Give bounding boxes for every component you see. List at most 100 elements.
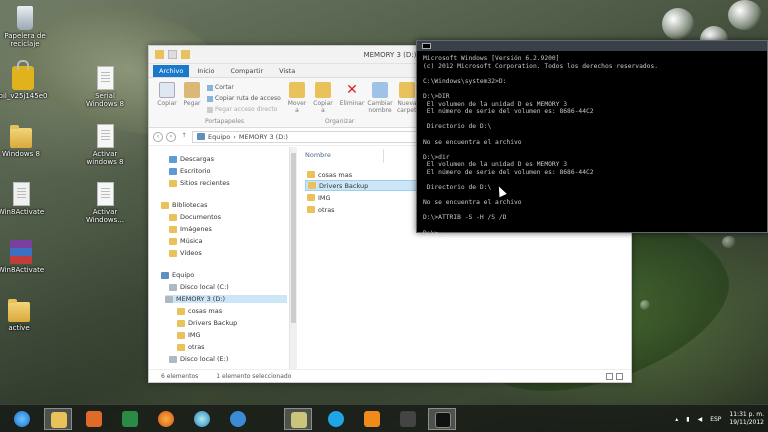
- tab-vista[interactable]: Vista: [271, 65, 303, 77]
- desktop-icon-lock-file[interactable]: pil_v25j145e0: [0, 60, 48, 100]
- copy-path-button[interactable]: Copiar ruta de acceso: [207, 95, 281, 102]
- address-bar[interactable]: Equipo › MEMORY 3 (D:): [192, 130, 430, 143]
- taskbar-app-dark[interactable]: [394, 408, 422, 430]
- lock-icon: [12, 60, 34, 90]
- music-icon: [169, 237, 177, 245]
- taskbar-vlc[interactable]: [358, 408, 386, 430]
- nav-label: Imágenes: [180, 225, 212, 233]
- tab-compartir[interactable]: Compartir: [223, 65, 272, 77]
- nav-label: Descargas: [180, 155, 215, 163]
- copy-button[interactable]: Copiar: [155, 82, 179, 107]
- cmd-line: [423, 70, 763, 78]
- taskbar-excel[interactable]: [116, 408, 144, 430]
- nav-item-disco-e[interactable]: Disco local (E:): [169, 355, 228, 363]
- taskbar-skype[interactable]: [322, 408, 350, 430]
- details-view-icon[interactable]: [606, 373, 613, 380]
- cmd-output[interactable]: Microsoft Windows [Versión 6.2.9200] (c) …: [423, 55, 763, 237]
- q-app-icon: [230, 411, 246, 427]
- nav-item-documentos[interactable]: Documentos: [169, 213, 221, 221]
- taskbar-file-explorer[interactable]: [44, 408, 72, 430]
- desktop-icon: [169, 167, 177, 175]
- large-icons-view-icon[interactable]: [616, 373, 623, 380]
- language-indicator[interactable]: ESP: [710, 416, 721, 423]
- desktop-icon-activar[interactable]: Activar windows 8: [80, 124, 130, 166]
- folder-icon: [308, 182, 316, 189]
- taskbar-cmd[interactable]: [428, 408, 456, 430]
- taskbar-internet-explorer[interactable]: [8, 408, 36, 430]
- file-row-img[interactable]: IMG: [305, 192, 417, 203]
- column-header-name[interactable]: Nombre: [305, 151, 331, 159]
- nav-label: Drivers Backup: [188, 319, 238, 327]
- tray-arrow-icon[interactable]: ▴: [675, 416, 678, 423]
- cmd-title-bar[interactable]: [417, 41, 767, 51]
- nav-item-descargas[interactable]: Descargas: [169, 155, 214, 163]
- desktop-icon-active[interactable]: active: [0, 298, 44, 332]
- water-drop: [728, 0, 762, 30]
- desktop-icon-win8activate[interactable]: Win8Activate: [0, 182, 46, 216]
- desktop-icon-recycle-bin[interactable]: Papelera de reciclaje: [0, 6, 50, 48]
- nav-item-disco-c[interactable]: Disco local (C:): [169, 283, 229, 291]
- tab-inicio[interactable]: Inicio: [189, 65, 222, 77]
- nav-item-imagenes[interactable]: Imágenes: [169, 225, 212, 233]
- nav-label: Vídeos: [180, 249, 202, 257]
- paste-button[interactable]: Pegar: [181, 82, 203, 107]
- nav-item-equipo[interactable]: Equipo: [161, 271, 194, 279]
- up-button[interactable]: ↑: [179, 132, 189, 142]
- drive-icon: [169, 283, 177, 291]
- command-prompt-window[interactable]: Microsoft Windows [Versión 6.2.9200] (c) …: [416, 40, 768, 237]
- desktop-icon-win8activate-rar[interactable]: Win8Activate: [0, 240, 46, 274]
- desktop-icon-serial[interactable]: Serial Windows 8: [80, 66, 130, 108]
- dark-app-icon: [400, 411, 416, 427]
- document-icon: [96, 66, 114, 90]
- cmd-icon: [422, 43, 431, 49]
- nav-label: MEMORY 3 (D:): [176, 295, 226, 303]
- videos-icon: [169, 249, 177, 257]
- cut-button[interactable]: Cortar: [207, 84, 234, 91]
- taskbar-media-player[interactable]: [80, 408, 108, 430]
- rename-button[interactable]: Cambiar nombre: [367, 82, 393, 114]
- nav-item-recientes[interactable]: Sitios recientes: [169, 179, 230, 187]
- nav-item-videos[interactable]: Vídeos: [169, 249, 202, 257]
- tab-archivo[interactable]: Archivo: [153, 65, 190, 77]
- delete-button[interactable]: ✕ Eliminar: [339, 82, 365, 107]
- nav-item-memory-d[interactable]: MEMORY 3 (D:): [165, 295, 287, 303]
- download-icon: [169, 155, 177, 163]
- nav-label: Disco local (C:): [180, 283, 229, 291]
- clock[interactable]: 11:31 p. m. 19/11/2012: [729, 411, 764, 427]
- folder-icon: [307, 194, 315, 201]
- new-folder-button[interactable]: Nueva carpeta: [397, 82, 420, 114]
- taskbar-app-circle[interactable]: [188, 408, 216, 430]
- nav-label: Bibliotecas: [172, 201, 208, 209]
- paste-shortcut-button[interactable]: Pegar acceso directo: [207, 106, 277, 113]
- documents-icon: [169, 213, 177, 221]
- nav-item-musica[interactable]: Música: [169, 237, 202, 245]
- nav-item-cosas-mas[interactable]: cosas mas: [177, 307, 222, 315]
- nav-item-bibliotecas[interactable]: Bibliotecas: [161, 201, 207, 209]
- back-button[interactable]: ‹: [153, 131, 163, 142]
- nav-item-drivers-backup[interactable]: Drivers Backup: [177, 319, 237, 327]
- nav-item-otras[interactable]: otras: [177, 343, 205, 351]
- nav-scrollbar[interactable]: [289, 147, 297, 369]
- file-row-drivers-backup[interactable]: Drivers Backup: [305, 180, 417, 191]
- desktop-icon-windows8-folder[interactable]: Windows 8: [0, 124, 46, 158]
- copy-to-button[interactable]: Copiar a: [311, 82, 335, 114]
- folder-icon: [307, 206, 315, 213]
- nav-item-img[interactable]: IMG: [177, 331, 201, 339]
- breadcrumb-equipo[interactable]: Equipo: [208, 133, 230, 141]
- volume-icon[interactable]: ◀: [698, 416, 703, 423]
- system-tray: ▴ ▮ ◀ ESP 11:31 p. m. 19/11/2012: [675, 409, 764, 429]
- taskbar-notes[interactable]: [284, 408, 312, 430]
- desktop-icon-label: Activar Windows...: [86, 208, 124, 224]
- forward-button[interactable]: ›: [166, 131, 176, 142]
- cmd-line: D:\>_: [423, 229, 442, 237]
- nav-item-escritorio[interactable]: Escritorio: [169, 167, 211, 175]
- desktop-icon-activar-windows[interactable]: Activar Windows...: [80, 182, 130, 224]
- cmd-line: (c) 2012 Microsoft Corporation. Todos lo…: [423, 62, 659, 70]
- network-icon[interactable]: ▮: [686, 416, 689, 423]
- file-row-otras[interactable]: otras: [305, 204, 417, 215]
- move-to-button[interactable]: Mover a: [285, 82, 309, 114]
- taskbar-app-q[interactable]: [224, 408, 252, 430]
- taskbar-firefox[interactable]: [152, 408, 180, 430]
- file-row-cosas-mas[interactable]: cosas mas: [305, 169, 417, 180]
- breadcrumb-drive[interactable]: MEMORY 3 (D:): [239, 133, 288, 141]
